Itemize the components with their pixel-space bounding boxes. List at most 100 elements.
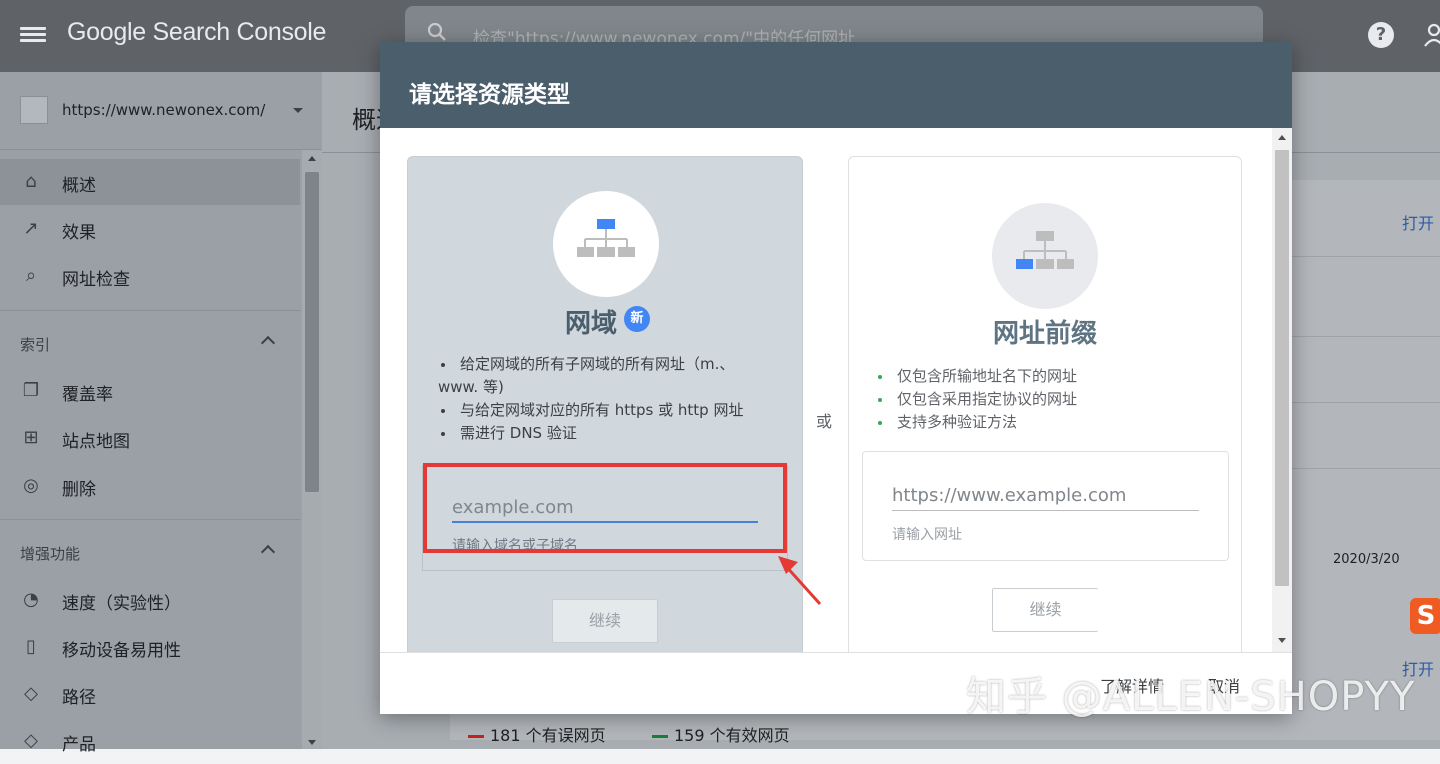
input-underline	[892, 510, 1199, 511]
highlight-annotation	[423, 463, 787, 553]
sidebar-item-overview[interactable]: ⌂ 概述	[0, 159, 300, 205]
section-enhancements[interactable]: 增强功能	[0, 529, 300, 577]
eye-off-icon: ◎	[23, 475, 39, 496]
property-selector[interactable]: https://www.newonex.com/	[0, 72, 322, 150]
legend-valid[interactable]: 159 个有效网页	[652, 722, 790, 746]
sidebar-item-label: 速度（实验性）	[62, 594, 181, 614]
help-icon[interactable]: ?	[1368, 22, 1394, 48]
divider	[1282, 256, 1440, 257]
prefix-continue-button[interactable]: 继续	[992, 588, 1098, 632]
chevron-up-icon	[260, 544, 276, 560]
sidebar-item-label: 概述	[62, 176, 96, 196]
legend-swatch	[652, 735, 668, 738]
bullet-item: 与给定网域对应的所有 https 或 http 网址	[438, 399, 768, 422]
legend-swatch	[468, 735, 484, 738]
domain-option-title: 网域	[564, 309, 617, 339]
bullet-item: 仅包含采用指定协议的网址	[875, 388, 1215, 411]
scroll-down-arrow-icon[interactable]	[308, 740, 316, 745]
dialog-header: 请选择资源类型	[380, 42, 1292, 128]
sidebar-item-speed[interactable]: ◔ 速度（实验性）	[0, 577, 300, 623]
scroll-up-arrow-icon[interactable]	[1278, 135, 1286, 140]
caret-down-icon	[293, 108, 303, 113]
sitemap-icon	[577, 219, 635, 257]
layers-icon: ◇	[24, 683, 38, 704]
scrollbar-thumb[interactable]	[1275, 150, 1289, 586]
prefix-input[interactable]: https://www.example.com	[892, 485, 1126, 506]
bullet-item: 支持多种验证方法	[875, 411, 1215, 434]
bullet-item: 需进行 DNS 验证	[438, 422, 768, 445]
divider	[1282, 402, 1440, 403]
scroll-up-arrow-icon[interactable]	[308, 156, 316, 161]
sitemap-icon	[1016, 231, 1074, 269]
sidebar-item-products[interactable]: ◇ 产品	[0, 718, 300, 764]
sidebar-item-performance[interactable]: ↗ 效果	[0, 206, 300, 252]
section-index[interactable]: 索引	[0, 320, 300, 368]
prefix-option-title: 网址前缀	[992, 319, 1097, 349]
trending-up-icon: ↗	[23, 218, 39, 239]
new-badge: 新	[624, 306, 650, 332]
phone-icon: ▯	[26, 636, 36, 657]
sidebar-item-url-inspection[interactable]: ⌕ 网址检查	[0, 253, 300, 299]
sidebar-item-sitemaps[interactable]: ⊞ 站点地图	[0, 415, 300, 461]
prefix-sitemap-icon	[992, 203, 1098, 309]
dialog-scrollbar[interactable]	[1272, 128, 1292, 652]
sidebar-item-label: 网址检查	[62, 270, 130, 290]
domain-bullets: 给定网域的所有子网域的所有网址（m.、 www. 等) 与给定网域对应的所有 h…	[438, 353, 768, 445]
property-favicon	[20, 96, 48, 124]
bullet-item: 给定网域的所有子网域的所有网址（m.、	[438, 353, 768, 376]
divider	[0, 519, 300, 520]
sidebar-item-mobile-usability[interactable]: ▯ 移动设备易用性	[0, 624, 300, 670]
chart-date-label: 2020/3/20	[1333, 552, 1400, 567]
copy-icon: ❐	[22, 380, 40, 401]
dialog-title: 请选择资源类型	[409, 82, 570, 108]
sidebar: https://www.newonex.com/ ⌂ 概述 ↗ 效果 ⌕ 网址检…	[0, 72, 322, 755]
home-icon: ⌂	[25, 171, 37, 192]
sidebar-item-label: 删除	[62, 480, 96, 500]
resource-type-dialog: 请选择资源类型 网域 新 给定网域的所有子网域的所有网址（m.、 www. 等)…	[380, 42, 1292, 714]
sidebar-item-removals[interactable]: ◎ 删除	[0, 463, 300, 509]
sidebar-item-label: 路径	[62, 688, 96, 708]
sidebar-scrollbar[interactable]	[302, 150, 322, 749]
sidebar-item-label: 移动设备易用性	[62, 641, 181, 661]
watermark: 知乎 @ALLEN-SHOPYY	[966, 674, 1416, 720]
annotation-arrow-icon	[778, 556, 822, 606]
legend-label: 181 个有误网页	[490, 726, 606, 745]
sidebar-item-label: 覆盖率	[62, 385, 113, 405]
property-url: https://www.newonex.com/	[62, 101, 266, 119]
sidebar-item-breadcrumbs[interactable]: ◇ 路径	[0, 671, 300, 717]
sogou-ime-icon[interactable]: S	[1410, 598, 1440, 634]
sidebar-item-coverage[interactable]: ❐ 覆盖率	[0, 368, 300, 414]
sidebar-item-label: 站点地图	[62, 432, 130, 452]
dialog-body: 网域 新 给定网域的所有子网域的所有网址（m.、 www. 等) 与给定网域对应…	[380, 128, 1292, 652]
sidebar-item-label: 效果	[62, 223, 96, 243]
bullet-item: 仅包含所输地址名下的网址	[875, 365, 1215, 388]
search-icon: ⌕	[25, 265, 37, 286]
section-label: 增强功能	[20, 545, 81, 563]
legend-errors[interactable]: 181 个有误网页	[468, 722, 606, 746]
prefix-input-container	[862, 451, 1229, 561]
bullet-item-cont: www. 等)	[438, 378, 504, 396]
layers-icon: ◇	[24, 730, 38, 751]
divider	[0, 310, 300, 311]
url-prefix-option-card[interactable]: 网址前缀 仅包含所输地址名下的网址 仅包含采用指定协议的网址 支持多种验证方法 …	[848, 156, 1242, 652]
section-label: 索引	[20, 336, 51, 354]
open-report-link[interactable]: 打开	[1402, 210, 1434, 234]
legend-label: 159 个有效网页	[674, 726, 790, 745]
menu-icon[interactable]	[20, 24, 46, 48]
search-icon	[427, 22, 446, 41]
speed-icon: ◔	[23, 589, 39, 610]
scrollbar-thumb[interactable]	[305, 172, 319, 492]
chevron-up-icon	[260, 335, 276, 351]
prefix-input-hint: 请输入网址	[892, 527, 962, 543]
domain-continue-button[interactable]: 继续	[552, 599, 658, 643]
prefix-bullets: 仅包含所输地址名下的网址 仅包含采用指定协议的网址 支持多种验证方法	[875, 365, 1215, 434]
domain-option-card[interactable]: 网域 新 给定网域的所有子网域的所有网址（m.、 www. 等) 与给定网域对应…	[407, 156, 803, 652]
sitemap-icon: ⊞	[23, 427, 39, 448]
scroll-down-arrow-icon[interactable]	[1278, 638, 1286, 643]
app-logo[interactable]: Google Search Console	[67, 18, 326, 47]
user-icon[interactable]	[1424, 22, 1440, 48]
divider	[1282, 336, 1440, 337]
sidebar-item-label: 产品	[62, 735, 96, 755]
domain-sitemap-icon	[553, 191, 659, 297]
divider	[1282, 468, 1440, 469]
